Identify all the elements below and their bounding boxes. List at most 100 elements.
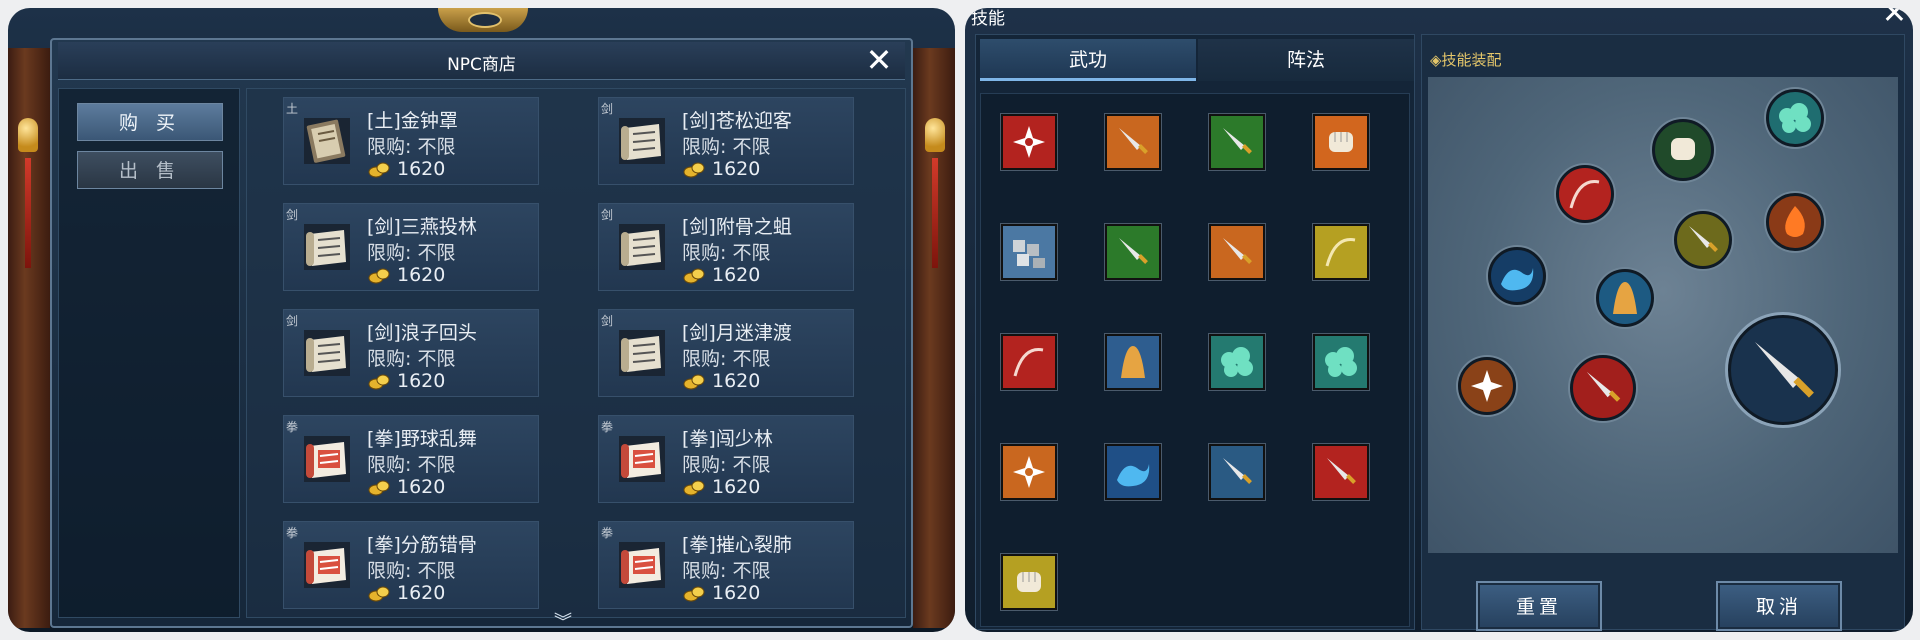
item-name: [拳]闯少林: [682, 428, 773, 450]
skill-grid: [980, 93, 1410, 627]
claw-icon[interactable]: [1105, 334, 1161, 390]
book-icon: [304, 118, 350, 164]
wave-icon[interactable]: [1488, 247, 1546, 305]
gold-coin-icon: [683, 374, 705, 390]
gold-coin-icon: [683, 480, 705, 496]
fist-icon[interactable]: [1001, 554, 1057, 610]
scroll-icon: [304, 330, 350, 376]
close-icon[interactable]: ✕: [863, 44, 895, 76]
item-category: 剑: [286, 314, 299, 328]
dagger-icon[interactable]: [1209, 444, 1265, 500]
claw-icon[interactable]: [1596, 269, 1654, 327]
close-icon[interactable]: ✕: [1882, 8, 1907, 31]
skills-title: 技能: [971, 9, 1005, 29]
item-name: [拳]分筋错骨: [367, 534, 477, 556]
cancel-button[interactable]: 取消: [1716, 581, 1842, 631]
dagger-icon[interactable]: [1209, 114, 1265, 170]
item-price: 1620: [712, 582, 761, 604]
red-scroll-icon: [619, 542, 665, 588]
dagger-icon[interactable]: [1105, 224, 1161, 280]
gold-coin-icon: [683, 162, 705, 178]
fist-icon[interactable]: [1313, 114, 1369, 170]
dagger-icon[interactable]: [1570, 355, 1636, 421]
fist-icon[interactable]: [1652, 119, 1714, 181]
item-limit: 限购: 不限: [367, 454, 456, 476]
sword-icon[interactable]: [1728, 315, 1838, 425]
shop-item[interactable]: 土 [土]金钟罩 限购: 不限 1620: [283, 97, 539, 185]
item-name: [剑]三燕投林: [367, 216, 477, 238]
item-price: 1620: [397, 582, 446, 604]
sell-tab-button[interactable]: 出 售: [77, 151, 223, 189]
item-limit: 限购: 不限: [682, 136, 771, 158]
scroll-icon: [619, 330, 665, 376]
stone-icon[interactable]: [1001, 224, 1057, 280]
shop-item[interactable]: 剑 [剑]浪子回头 限购: 不限 1620: [283, 309, 539, 397]
whip-icon[interactable]: [1556, 165, 1614, 223]
item-price: 1620: [712, 370, 761, 392]
bell-icon: [925, 118, 945, 152]
item-limit: 限购: 不限: [682, 560, 771, 582]
item-category: 土: [286, 102, 299, 116]
skill-list-pane: 武功 阵法: [975, 34, 1415, 630]
shop-item[interactable]: 剑 [剑]附骨之蛆 限购: 不限 1620: [598, 203, 854, 291]
item-limit: 限购: 不限: [367, 242, 456, 264]
dagger-icon[interactable]: [1105, 114, 1161, 170]
chevron-down-icon[interactable]: ︾: [543, 608, 583, 632]
gold-coin-icon: [368, 268, 390, 284]
bell-icon: [18, 118, 38, 152]
item-price: 1620: [397, 476, 446, 498]
shuriken-icon[interactable]: [1001, 444, 1057, 500]
shop-item[interactable]: 剑 [剑]月迷津渡 限购: 不限 1620: [598, 309, 854, 397]
item-name: [拳]摧心裂肺: [682, 534, 792, 556]
tab-formation[interactable]: 阵法: [1198, 39, 1414, 81]
whip-icon[interactable]: [1313, 224, 1369, 280]
shuriken-icon[interactable]: [1001, 114, 1057, 170]
item-limit: 限购: 不限: [367, 348, 456, 370]
red-scroll-icon: [304, 436, 350, 482]
item-price: 1620: [712, 476, 761, 498]
dagger-icon[interactable]: [1313, 444, 1369, 500]
item-price: 1620: [397, 264, 446, 286]
item-name: [剑]浪子回头: [367, 322, 477, 344]
skill-equip-pane: ◈技能装配 重置 取消: [1421, 34, 1905, 631]
shuriken-icon[interactable]: [1458, 357, 1516, 415]
shop-item[interactable]: 剑 [剑]苍松迎客 限购: 不限 1620: [598, 97, 854, 185]
whip-icon[interactable]: [1001, 334, 1057, 390]
item-category: 拳: [601, 526, 614, 540]
shop-item[interactable]: 拳 [拳]分筋错骨 限购: 不限 1620: [283, 521, 539, 609]
wave-icon[interactable]: [1105, 444, 1161, 500]
item-name: [拳]野球乱舞: [367, 428, 477, 450]
shop-title: NPC商店: [447, 55, 516, 75]
item-price: 1620: [397, 158, 446, 180]
item-name: [剑]月迷津渡: [682, 322, 792, 344]
shop-item[interactable]: 剑 [剑]三燕投林 限购: 不限 1620: [283, 203, 539, 291]
shop-item[interactable]: 拳 [拳]野球乱舞 限购: 不限 1620: [283, 415, 539, 503]
skills-window: 技能 ✕ 武功 阵法 ◈技能装配 重置 取消: [965, 8, 1913, 632]
reset-button[interactable]: 重置: [1476, 581, 1602, 631]
shop-item[interactable]: 拳 [拳]闯少林 限购: 不限 1620: [598, 415, 854, 503]
cloud-icon[interactable]: [1209, 334, 1265, 390]
item-price: 1620: [397, 370, 446, 392]
flame-icon[interactable]: [1766, 193, 1824, 251]
shop-item[interactable]: 拳 [拳]摧心裂肺 限购: 不限 1620: [598, 521, 854, 609]
tab-martial-arts[interactable]: 武功: [980, 39, 1196, 81]
shop-sidebar: 购 买 出 售: [58, 88, 240, 618]
equip-area: [1428, 77, 1898, 553]
cloud-icon[interactable]: [1313, 334, 1369, 390]
item-category: 剑: [601, 208, 614, 222]
item-limit: 限购: 不限: [367, 136, 456, 158]
item-name: [剑]苍松迎客: [682, 110, 792, 132]
red-scroll-icon: [304, 542, 350, 588]
cloud-icon[interactable]: [1766, 89, 1824, 147]
item-limit: 限购: 不限: [682, 348, 771, 370]
item-limit: 限购: 不限: [367, 560, 456, 582]
scroll-icon: [304, 224, 350, 270]
equip-header: ◈技能装配: [1430, 51, 1502, 69]
dagger-icon[interactable]: [1209, 224, 1265, 280]
buy-tab-button[interactable]: 购 买: [77, 103, 223, 141]
dagger-icon[interactable]: [1674, 211, 1732, 269]
scroll-icon: [619, 224, 665, 270]
item-category: 剑: [601, 314, 614, 328]
gold-coin-icon: [368, 480, 390, 496]
item-category: 拳: [286, 526, 299, 540]
